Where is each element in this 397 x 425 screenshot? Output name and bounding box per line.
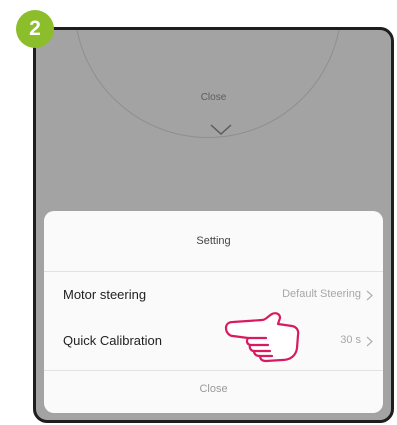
- row-label: Quick Calibration: [63, 333, 162, 348]
- chevron-down-icon[interactable]: [210, 124, 232, 136]
- divider: [44, 370, 383, 371]
- row-motor-steering[interactable]: Motor steering Default Steering: [44, 281, 383, 309]
- row-value: Default Steering: [282, 288, 361, 300]
- dial-circle: [74, 30, 342, 138]
- row-quick-calibration[interactable]: Quick Calibration 30 s: [44, 327, 383, 355]
- sheet-title: Setting: [196, 235, 231, 247]
- settings-sheet: Setting Motor steering Default Steering …: [44, 211, 383, 413]
- chevron-right-icon: [366, 290, 373, 301]
- dial-close-label[interactable]: Close: [36, 92, 391, 103]
- step-badge: 2: [16, 10, 54, 48]
- phone-screen-frame: Close Setting Motor steering Default Ste…: [33, 27, 394, 423]
- close-button[interactable]: Close: [44, 377, 383, 401]
- divider: [44, 271, 383, 272]
- row-value: 30 s: [340, 334, 361, 346]
- pointing-hand-icon: [224, 312, 300, 363]
- row-label: Motor steering: [63, 287, 147, 302]
- chevron-right-icon: [366, 336, 373, 347]
